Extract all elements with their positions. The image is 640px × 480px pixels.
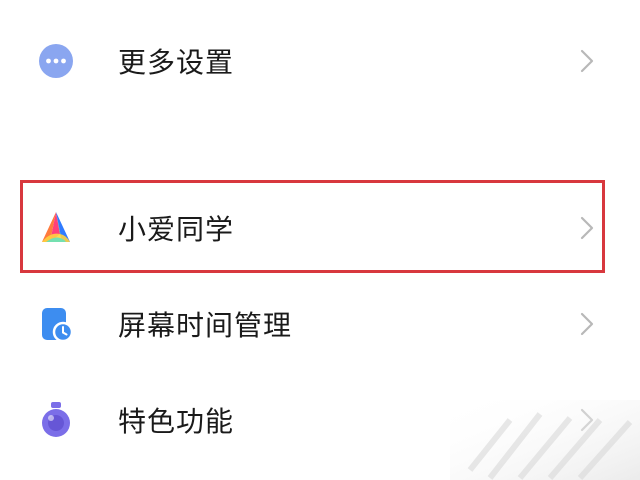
xiaoai-assistant-icon xyxy=(36,208,76,248)
settings-screen: 更多设置 小爱同学 屏幕时间管理 特色功能 xyxy=(0,0,640,480)
settings-item-label: 屏幕时间管理 xyxy=(118,309,293,342)
chevron-right-icon xyxy=(578,310,596,338)
settings-item-screen-time[interactable]: 屏幕时间管理 xyxy=(0,289,640,359)
chevron-right-icon xyxy=(578,214,596,242)
settings-item-label: 小爱同学 xyxy=(118,213,235,246)
settings-item-label: 特色功能 xyxy=(118,405,235,438)
special-features-icon xyxy=(36,400,76,440)
settings-item-special-features[interactable]: 特色功能 xyxy=(0,385,640,455)
settings-item-more-settings[interactable]: 更多设置 xyxy=(0,26,640,96)
more-dots-icon xyxy=(36,41,76,81)
chevron-right-icon xyxy=(578,47,596,75)
screen-time-icon xyxy=(36,304,76,344)
settings-item-label: 更多设置 xyxy=(118,46,235,79)
chevron-right-icon xyxy=(578,406,596,434)
settings-item-xiaoai[interactable]: 小爱同学 xyxy=(0,193,640,263)
